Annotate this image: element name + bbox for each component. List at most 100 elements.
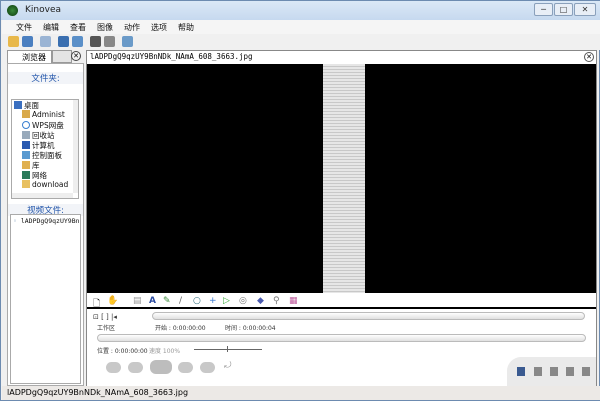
capture-bar xyxy=(507,357,596,386)
speed-slider-thumb[interactable] xyxy=(227,346,228,352)
tree-label: 控制面板 xyxy=(32,151,62,160)
tree-label: 网络 xyxy=(32,171,47,180)
cloud-icon xyxy=(22,121,30,129)
video-viewport[interactable] xyxy=(87,64,596,293)
file-name-label: lADPDgQ9qzUY9BnNDk_NAmA_608_3663.jpg xyxy=(90,52,253,61)
file-name: lADPDgQ9qzUY9Bn xyxy=(20,217,80,225)
comment-icon[interactable]: ▤ xyxy=(133,296,142,306)
previous-frame-button[interactable] xyxy=(128,362,143,373)
folder-icon xyxy=(22,180,30,188)
folders-pane: 文件夹: 桌面 Administ WPS网盘 回收站 计算机 控制面板 库 网络… xyxy=(7,63,84,386)
text-tool-icon[interactable]: A xyxy=(149,296,156,306)
image-frame xyxy=(323,64,365,293)
cross-marker-icon[interactable]: + xyxy=(209,296,217,306)
save-icon[interactable] xyxy=(22,36,33,47)
position-label: 位置 : 0:00:00:00 xyxy=(97,348,148,355)
working-zone-slider[interactable] xyxy=(152,312,585,320)
file-list-item[interactable]: ◦ lADPDgQ9qzUY9Bn xyxy=(13,217,80,225)
kinovea-logo-icon xyxy=(7,5,18,16)
title-bar: Kinovea ─ □ ✕ xyxy=(1,1,600,20)
minimize-button[interactable]: ─ xyxy=(534,3,553,16)
library-icon xyxy=(22,161,30,169)
circle-tool-icon[interactable]: ○ xyxy=(193,296,201,306)
control-panel-icon xyxy=(22,151,30,159)
save-video-icon[interactable] xyxy=(550,367,558,376)
status-bar: lADPDgQ9qzUY9BnNDk_NAmA_608_3663.jpg xyxy=(2,386,600,400)
open-folder-icon[interactable] xyxy=(8,36,19,47)
maximize-button[interactable]: □ xyxy=(554,3,573,16)
next-frame-button[interactable] xyxy=(178,362,193,373)
browser-toggle-icon[interactable] xyxy=(40,36,51,47)
workspace-label: 工作区 xyxy=(97,325,116,332)
recycle-bin-icon xyxy=(22,131,30,139)
snapshot-icon[interactable] xyxy=(517,367,525,376)
color-profile-icon[interactable]: ▦ xyxy=(289,296,298,306)
computer-icon xyxy=(22,141,30,149)
player-panel: lADPDgQ9qzUY9BnNDk_NAmA_608_3663.jpg ✕ 🗋… xyxy=(86,50,597,386)
speed-slider[interactable] xyxy=(194,349,262,350)
menu-image[interactable]: 图像 xyxy=(97,22,113,33)
close-file-icon[interactable]: ✕ xyxy=(584,52,594,62)
menu-file[interactable]: 文件 xyxy=(16,22,32,33)
last-frame-button[interactable] xyxy=(200,362,215,373)
playback-controls: ⊡ [ ] |◂ 工作区 开始 : 0:00:00:00 时间 : 0:00:0… xyxy=(87,311,596,386)
drawing-toolbar: 🗋 ✋ ▤ A ✎ / ○ + ▷ ◎ ◆ ⚲ ▦ xyxy=(87,293,596,309)
tab-browser[interactable]: 浏览器 xyxy=(7,50,52,63)
video-file-list: ◦ lADPDgQ9qzUY9Bn xyxy=(10,214,81,384)
status-text: lADPDgQ9qzUY9BnNDk_NAmA_608_3663.jpg xyxy=(7,388,189,397)
tree-item-admin[interactable]: Administ xyxy=(22,110,65,119)
working-zone-icons[interactable]: ⊡ [ ] |◂ xyxy=(93,313,117,321)
tree-item-download[interactable]: download xyxy=(22,180,68,189)
hand-tool-icon[interactable]: ✋ xyxy=(107,296,118,306)
menu-view[interactable]: 查看 xyxy=(70,22,86,33)
export-slideshow-icon[interactable] xyxy=(582,367,590,376)
chrono-icon[interactable]: ◎ xyxy=(239,296,247,306)
dual-capture-icon[interactable] xyxy=(104,36,115,47)
close-panel-icon[interactable]: ✕ xyxy=(71,51,81,61)
line-tool-icon[interactable]: / xyxy=(179,296,182,306)
tree-label: 桌面 xyxy=(24,101,39,110)
tree-label: WPS网盘 xyxy=(32,121,64,130)
tree-vertical-scrollbar[interactable] xyxy=(73,100,78,193)
folder-tree: 桌面 Administ WPS网盘 回收站 计算机 控制面板 库 网络 down… xyxy=(11,99,79,199)
position-slider[interactable] xyxy=(97,334,586,342)
menu-bar: 文件 编辑 查看 图像 动作 选项 帮助 xyxy=(2,20,600,34)
app-window: Kinovea ─ □ ✕ 文件 编辑 查看 图像 动作 选项 帮助 浏览器 ✕… xyxy=(0,0,600,401)
browser-panel: 浏览器 ✕ 文件夹: 桌面 Administ WPS网盘 回收站 计算机 控制面… xyxy=(7,50,84,386)
tree-horizontal-scrollbar[interactable] xyxy=(12,193,73,198)
export-video-icon[interactable] xyxy=(566,367,574,376)
loop-icon[interactable]: ⤾ xyxy=(224,361,232,371)
swap-screens-icon[interactable] xyxy=(122,36,133,47)
capture-screen-icon[interactable] xyxy=(90,36,101,47)
toolbar xyxy=(2,34,600,50)
window-title: Kinovea xyxy=(25,5,61,15)
dual-screen-icon[interactable] xyxy=(72,36,83,47)
menu-options[interactable]: 选项 xyxy=(151,22,167,33)
add-keyframe-icon[interactable]: 🗋 xyxy=(93,296,100,312)
tree-label: Administ xyxy=(32,110,65,119)
duration: 时间 : 0:00:00:04 xyxy=(225,325,276,332)
network-icon xyxy=(22,171,30,179)
angle-tool-icon[interactable]: ▷ xyxy=(223,296,230,306)
folders-label: 文件夹: xyxy=(8,72,83,84)
menu-help[interactable]: 帮助 xyxy=(178,22,194,33)
speed-label: 速度 100% xyxy=(149,348,181,355)
menu-motion[interactable]: 动作 xyxy=(124,22,140,33)
start-time: 开始 : 0:00:00:00 xyxy=(155,325,206,332)
close-window-button[interactable]: ✕ xyxy=(574,3,596,16)
perspective-grid-icon[interactable]: ◆ xyxy=(257,296,264,306)
pencil-icon[interactable]: ✎ xyxy=(163,296,171,306)
tree-label: 回收站 xyxy=(32,131,55,140)
single-screen-icon[interactable] xyxy=(58,36,69,47)
first-frame-button[interactable] xyxy=(106,362,121,373)
tree-label: 计算机 xyxy=(32,141,55,150)
tree-label: download xyxy=(32,180,69,189)
rafale-icon[interactable] xyxy=(534,367,542,376)
magnifier-icon[interactable]: ⚲ xyxy=(273,296,280,306)
menu-edit[interactable]: 编辑 xyxy=(43,22,59,33)
desktop-icon xyxy=(14,101,22,109)
tab-other[interactable] xyxy=(52,50,72,63)
user-folder-icon xyxy=(22,110,30,118)
tree-label: 库 xyxy=(32,161,40,170)
play-button[interactable] xyxy=(150,360,172,374)
